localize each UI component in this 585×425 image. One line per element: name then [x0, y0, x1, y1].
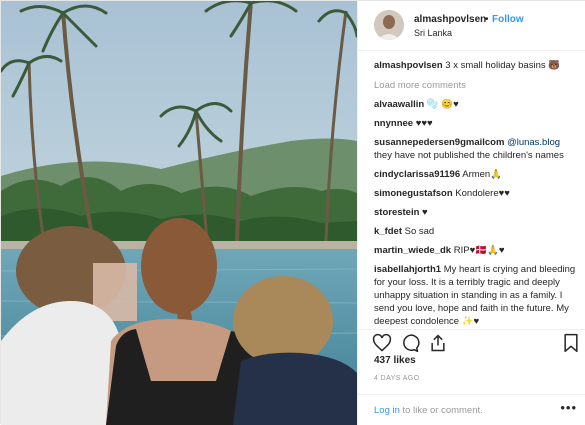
avatar[interactable]	[374, 10, 404, 40]
comment-item: isabellahjorth1 My heart is crying and b…	[374, 263, 579, 325]
post-sidebar: almashpovlsen • Follow Sri Lanka almashp…	[357, 1, 585, 425]
comment-text: Kondolere♥♥	[455, 188, 510, 199]
comment-username[interactable]: alvaawallin	[374, 99, 424, 110]
comment-text: they have not published the children's n…	[374, 150, 564, 161]
post-header: almashpovlsen • Follow Sri Lanka	[358, 1, 585, 51]
comment-text: RIP♥🇩🇰🙏♥	[453, 245, 505, 256]
location-link[interactable]: Sri Lanka	[414, 28, 452, 38]
likes-count[interactable]: 437 likes	[374, 355, 416, 366]
load-more-comments-button[interactable]: Load more comments	[374, 79, 579, 92]
caption-text: 3 x small holiday basins 🐻	[445, 60, 561, 71]
comment-item: nnynnee ♥♥♥	[374, 117, 579, 130]
separator-dot: •	[485, 14, 489, 25]
comment-text: Armen🙏	[462, 169, 503, 180]
comment-username[interactable]: simonegustafson	[374, 188, 453, 199]
avatar-image	[374, 10, 404, 40]
comment-item: simonegustafson Kondolere♥♥	[374, 187, 579, 200]
comment-text: ♥	[422, 207, 428, 218]
post-timestamp[interactable]: 4 DAYS AGO	[374, 375, 420, 382]
comment-text: So sad	[404, 226, 435, 237]
comment-username[interactable]: nnynnee	[374, 118, 413, 129]
comment-username[interactable]: storestein	[374, 207, 419, 218]
login-prompt: Log in to like or comment.	[374, 405, 483, 416]
comment-item: alvaawallin 🫧 😊♥	[374, 98, 579, 111]
heart-icon[interactable]	[372, 333, 392, 353]
comment-username[interactable]: k_fdet	[374, 226, 402, 237]
login-footer: Log in to like or comment. •••	[358, 394, 585, 425]
comments-list[interactable]: almashpovlsen 3 x small holiday basins 🐻…	[374, 59, 579, 325]
comment-username[interactable]: cindyclarissa91196	[374, 169, 460, 180]
comment-item: k_fdet So sad	[374, 225, 579, 238]
comment-username[interactable]: susannepedersen9gmailcom	[374, 137, 504, 148]
header-username[interactable]: almashpovlsen	[414, 14, 486, 25]
comment-text: ♥♥♥	[415, 118, 433, 129]
post-caption: almashpovlsen 3 x small holiday basins 🐻	[374, 59, 579, 72]
comment-username[interactable]: isabellahjorth1	[374, 264, 441, 275]
bookmark-icon[interactable]	[561, 333, 581, 353]
login-prompt-text: to like or comment.	[399, 405, 483, 416]
comment-item: susannepedersen9gmailcom @lunas.blog the…	[374, 136, 579, 162]
caption-username[interactable]: almashpovlsen	[374, 60, 443, 71]
instagram-post: almashpovlsen • Follow Sri Lanka almashp…	[0, 0, 585, 425]
comment-item: cindyclarissa91196 Armen🙏	[374, 168, 579, 181]
comment-item: storestein ♥	[374, 206, 579, 219]
comment-icon[interactable]	[400, 333, 420, 353]
comment-username[interactable]: martin_wiede_dk	[374, 245, 451, 256]
more-options-icon[interactable]: •••	[560, 400, 577, 415]
login-link[interactable]: Log in	[374, 405, 400, 416]
comment-item: martin_wiede_dk RIP♥🇩🇰🙏♥	[374, 244, 579, 257]
photo-illustration	[1, 1, 357, 425]
share-icon[interactable]	[428, 333, 448, 353]
comment-mention[interactable]: @lunas.blog	[507, 137, 560, 148]
follow-button[interactable]: Follow	[492, 14, 524, 25]
comment-text: 🫧 😊♥	[426, 99, 459, 110]
post-photo[interactable]	[1, 1, 357, 425]
